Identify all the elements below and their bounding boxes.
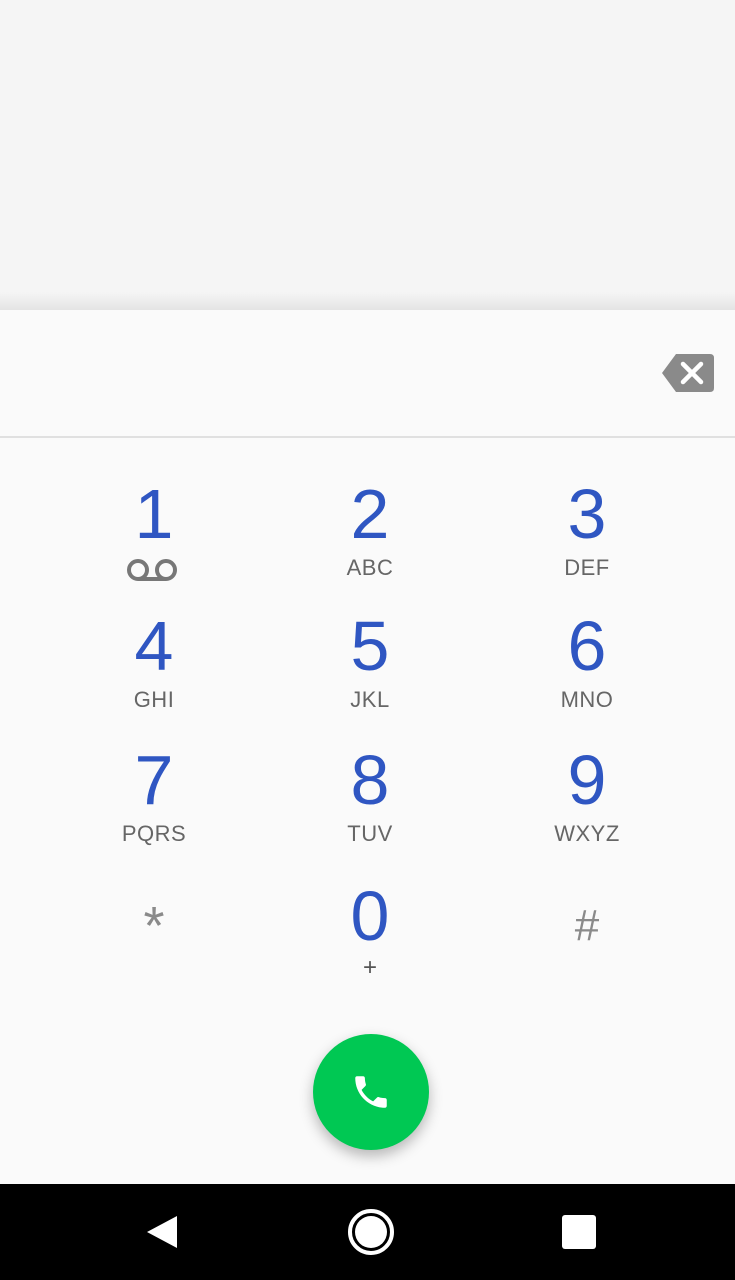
navigation-bar [0, 1184, 735, 1280]
dial-key-5-digit: 5 [350, 607, 390, 685]
dial-key-hash-symbol: # [574, 901, 600, 950]
digits-row [0, 310, 735, 438]
dial-key-2-letters: ABC [346, 555, 394, 580]
dial-key-2-digit: 2 [350, 475, 390, 553]
dial-key-2[interactable]: 2 ABC [262, 456, 478, 588]
dial-key-0-plus: + [362, 954, 377, 981]
dial-key-1-digit: 1 [134, 475, 174, 553]
dial-key-8-letters: TUV [347, 821, 393, 846]
dial-key-0[interactable]: 0 + [262, 858, 478, 990]
home-icon [348, 1209, 394, 1255]
dial-key-6-digit: 6 [567, 607, 607, 685]
sheet-shadow [0, 292, 735, 310]
call-log-area [0, 0, 735, 296]
dialpad-sheet: 1 2 ABC 3 DEF 4 GHI 5 JKL 6 MNO 7 PQRS 8… [0, 310, 735, 1184]
dial-key-4-digit: 4 [134, 607, 174, 685]
dial-key-8-digit: 8 [350, 741, 390, 819]
dial-key-6[interactable]: 6 MNO [479, 588, 695, 720]
dial-key-star[interactable]: * [46, 858, 262, 990]
dial-key-star-symbol: * [143, 896, 165, 956]
backspace-button[interactable] [662, 354, 714, 392]
dial-key-7-digit: 7 [134, 741, 174, 819]
dial-key-4[interactable]: 4 GHI [46, 588, 262, 720]
nav-home-button[interactable] [347, 1208, 395, 1256]
nav-recents-button[interactable] [555, 1208, 603, 1256]
dial-key-5-letters: JKL [350, 687, 390, 712]
dial-key-6-letters: MNO [560, 687, 614, 712]
dial-key-3[interactable]: 3 DEF [479, 456, 695, 588]
dial-key-1[interactable]: 1 [46, 456, 262, 588]
backspace-icon [662, 354, 714, 392]
dial-key-0-digit: 0 [350, 877, 390, 955]
dial-key-7[interactable]: 7 PQRS [46, 722, 262, 854]
dial-key-9[interactable]: 9 WXYZ [479, 722, 695, 854]
dial-key-5[interactable]: 5 JKL [262, 588, 478, 720]
dial-key-hash[interactable]: # [479, 858, 695, 990]
dial-key-9-digit: 9 [567, 741, 607, 819]
voicemail-icon [127, 559, 177, 581]
recents-icon [562, 1215, 596, 1249]
nav-back-button[interactable] [139, 1208, 187, 1256]
dial-key-3-letters: DEF [564, 555, 610, 580]
dial-key-8[interactable]: 8 TUV [262, 722, 478, 854]
dial-key-9-letters: WXYZ [554, 821, 620, 846]
dial-key-4-letters: GHI [133, 687, 175, 712]
back-icon [147, 1216, 177, 1248]
dial-key-7-letters: PQRS [121, 821, 187, 846]
phone-icon [355, 1076, 387, 1108]
dial-key-3-digit: 3 [567, 475, 607, 553]
call-button[interactable] [313, 1034, 429, 1150]
digits-field[interactable] [40, 340, 640, 406]
